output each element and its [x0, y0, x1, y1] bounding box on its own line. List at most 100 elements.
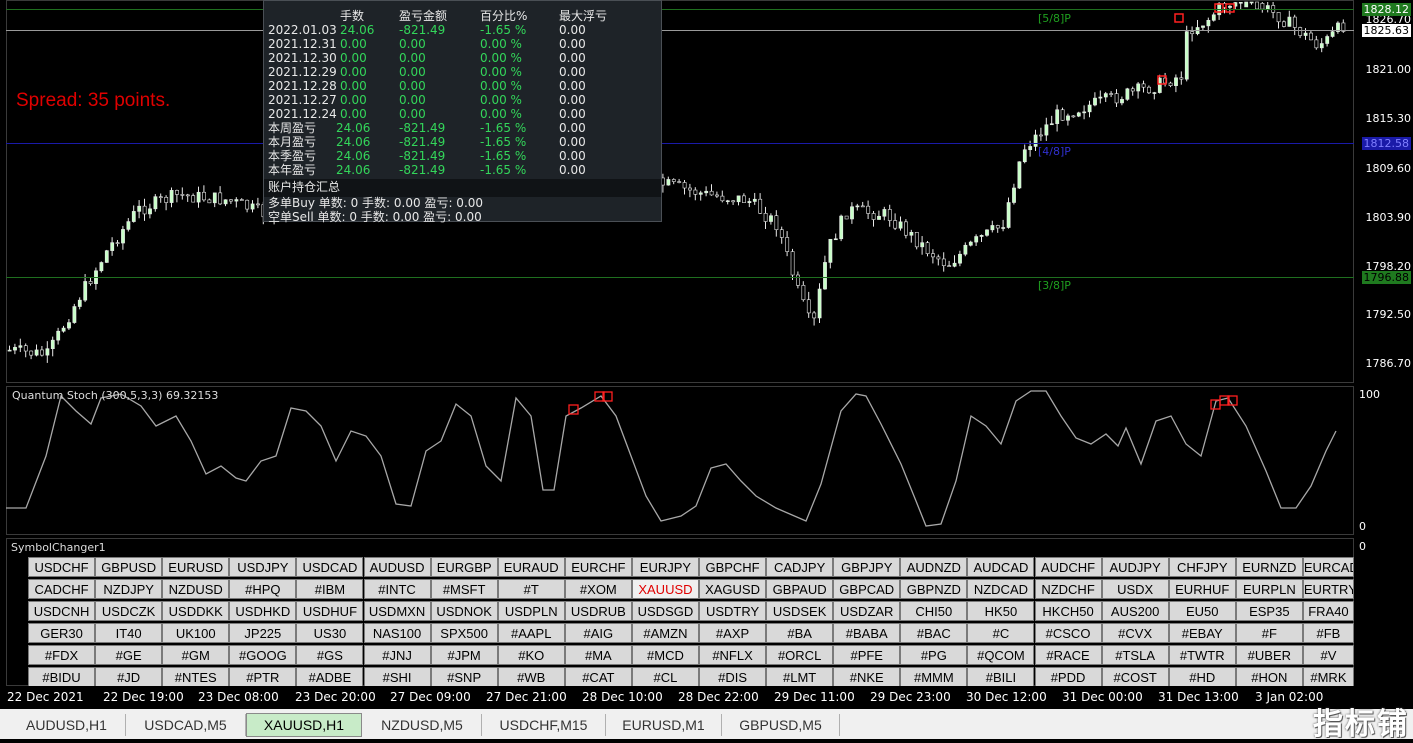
symbol-button-usdhkd[interactable]: USDHKD [229, 601, 297, 621]
symbol-button-hon[interactable]: #HON [1235, 667, 1303, 687]
symbol-button-hkch50[interactable]: HKCH50 [1034, 601, 1102, 621]
chart-tab-gbpusd-m5[interactable]: GBPUSD,M5 [722, 714, 840, 736]
symbol-button-audchf[interactable]: AUDCHF [1034, 557, 1102, 577]
symbol-button-cadchf[interactable]: CADCHF [28, 579, 96, 599]
symbol-button-gbpcad[interactable]: GBPCAD [833, 579, 901, 599]
symbol-button-audjpy[interactable]: AUDJPY [1101, 557, 1169, 577]
symbol-button-shi[interactable]: #SHI [363, 667, 431, 687]
symbol-button-eurchf[interactable]: EURCHF [564, 557, 632, 577]
symbol-button-pfe[interactable]: #PFE [833, 645, 901, 665]
symbol-button-eurjpy[interactable]: EURJPY [631, 557, 699, 577]
symbol-button-uk100[interactable]: UK100 [162, 623, 230, 643]
symbol-button-snp[interactable]: #SNP [430, 667, 498, 687]
symbol-button-amzn[interactable]: #AMZN [631, 623, 699, 643]
symbol-button-usdzar[interactable]: USDZAR [833, 601, 901, 621]
symbol-button-mmm[interactable]: #MMM [900, 667, 968, 687]
symbol-button-gbpjpy[interactable]: GBPJPY [833, 557, 901, 577]
symbol-button-eurusd[interactable]: EURUSD [162, 557, 230, 577]
symbol-button-fb[interactable]: #FB [1302, 623, 1354, 643]
symbol-button-aapl[interactable]: #AAPL [497, 623, 565, 643]
symbol-button-pg[interactable]: #PG [900, 645, 968, 665]
symbol-button-ntes[interactable]: #NTES [162, 667, 230, 687]
symbol-button-nzdjpy[interactable]: NZDJPY [95, 579, 163, 599]
symbol-button-spx500[interactable]: SPX500 [430, 623, 498, 643]
symbol-button-axp[interactable]: #AXP [699, 623, 767, 643]
symbol-button-gs[interactable]: #GS [296, 645, 364, 665]
symbol-button-c[interactable]: #C [967, 623, 1035, 643]
symbol-button-dis[interactable]: #DIS [699, 667, 767, 687]
symbol-button-audusd[interactable]: AUDUSD [363, 557, 431, 577]
symbol-button-usdmxn[interactable]: USDMXN [363, 601, 431, 621]
symbol-button-usdczk[interactable]: USDCZK [95, 601, 163, 621]
symbol-button-gbpaud[interactable]: GBPAUD [766, 579, 834, 599]
symbol-button-usddkk[interactable]: USDDKK [162, 601, 230, 621]
symbol-button-msft[interactable]: #MSFT [430, 579, 498, 599]
symbol-button-nzdchf[interactable]: NZDCHF [1034, 579, 1102, 599]
symbol-button-nas100[interactable]: NAS100 [363, 623, 431, 643]
symbol-button-bili[interactable]: #BILI [967, 667, 1035, 687]
symbol-button-twtr[interactable]: #TWTR [1168, 645, 1236, 665]
symbol-button-ma[interactable]: #MA [564, 645, 632, 665]
symbol-button-gbpnzd[interactable]: GBPNZD [900, 579, 968, 599]
symbol-button-usdtry[interactable]: USDTRY [699, 601, 767, 621]
symbol-button-nflx[interactable]: #NFLX [699, 645, 767, 665]
symbol-button-fra40[interactable]: FRA40 [1302, 601, 1354, 621]
chart-tab-audusd-h1[interactable]: AUDUSD,H1 [8, 714, 126, 736]
symbol-button-audcad[interactable]: AUDCAD [967, 557, 1035, 577]
symbol-button-tsla[interactable]: #TSLA [1101, 645, 1169, 665]
symbol-button-usdcad[interactable]: USDCAD [296, 557, 364, 577]
symbol-button-usdchf[interactable]: USDCHF [28, 557, 96, 577]
symbol-button-uber[interactable]: #UBER [1235, 645, 1303, 665]
chart-tab-usdcad-m5[interactable]: USDCAD,M5 [126, 714, 246, 736]
symbol-button-ger30[interactable]: GER30 [28, 623, 96, 643]
symbol-button-gbpusd[interactable]: GBPUSD [95, 557, 163, 577]
symbol-button-mcd[interactable]: #MCD [631, 645, 699, 665]
symbol-button-nke[interactable]: #NKE [833, 667, 901, 687]
symbol-button-adbe[interactable]: #ADBE [296, 667, 364, 687]
symbol-button-usdjpy[interactable]: USDJPY [229, 557, 297, 577]
symbol-button-xom[interactable]: #XOM [564, 579, 632, 599]
symbol-button-goog[interactable]: #GOOG [229, 645, 297, 665]
symbol-button-v[interactable]: #V [1302, 645, 1354, 665]
symbol-button-usdpln[interactable]: USDPLN [497, 601, 565, 621]
symbol-button-cost[interactable]: #COST [1101, 667, 1169, 687]
symbol-button-audnzd[interactable]: AUDNZD [900, 557, 968, 577]
symbol-button-wb[interactable]: #WB [497, 667, 565, 687]
symbol-button-ba[interactable]: #BA [766, 623, 834, 643]
symbol-button-qcom[interactable]: #QCOM [967, 645, 1035, 665]
chart-tab-xauusd-h1[interactable]: XAUUSD,H1 [246, 713, 362, 737]
symbol-button-fdx[interactable]: #FDX [28, 645, 96, 665]
symbol-button-hpq[interactable]: #HPQ [229, 579, 297, 599]
symbol-button-eurcad[interactable]: EURCAD [1302, 557, 1354, 577]
symbol-button-f[interactable]: #F [1235, 623, 1303, 643]
symbol-button-it40[interactable]: IT40 [95, 623, 163, 643]
symbol-button-nzdusd[interactable]: NZDUSD [162, 579, 230, 599]
symbol-button-gm[interactable]: #GM [162, 645, 230, 665]
symbol-button-usdhuf[interactable]: USDHUF [296, 601, 364, 621]
symbol-button-chfjpy[interactable]: CHFJPY [1168, 557, 1236, 577]
symbol-button-jd[interactable]: #JD [95, 667, 163, 687]
symbol-button-esp35[interactable]: ESP35 [1235, 601, 1303, 621]
symbol-button-usdsek[interactable]: USDSEK [766, 601, 834, 621]
symbol-button-lmt[interactable]: #LMT [766, 667, 834, 687]
symbol-button-nzdcad[interactable]: NZDCAD [967, 579, 1035, 599]
symbol-button-euraud[interactable]: EURAUD [497, 557, 565, 577]
symbol-button-eurpln[interactable]: EURPLN [1235, 579, 1303, 599]
symbol-button-aus200[interactable]: AUS200 [1101, 601, 1169, 621]
symbol-button-bidu[interactable]: #BIDU [28, 667, 96, 687]
symbol-button-us30[interactable]: US30 [296, 623, 364, 643]
symbol-button-intc[interactable]: #INTC [363, 579, 431, 599]
chart-tab-nzdusd-m5[interactable]: NZDUSD,M5 [363, 714, 482, 736]
chart-tab-usdchf-m15[interactable]: USDCHF,M15 [482, 714, 606, 736]
symbol-button-hd[interactable]: #HD [1168, 667, 1236, 687]
symbol-button-jnj[interactable]: #JNJ [363, 645, 431, 665]
symbol-button-pdd[interactable]: #PDD [1034, 667, 1102, 687]
symbol-button-baba[interactable]: #BABA [833, 623, 901, 643]
symbol-button-hk50[interactable]: HK50 [967, 601, 1035, 621]
symbol-button-chi50[interactable]: CHI50 [900, 601, 968, 621]
symbol-button-xagusd[interactable]: XAGUSD [699, 579, 767, 599]
symbol-button-eurhuf[interactable]: EURHUF [1168, 579, 1236, 599]
symbol-button-cl[interactable]: #CL [631, 667, 699, 687]
symbol-button-jp225[interactable]: JP225 [229, 623, 297, 643]
symbol-button-usdx[interactable]: USDX [1101, 579, 1169, 599]
